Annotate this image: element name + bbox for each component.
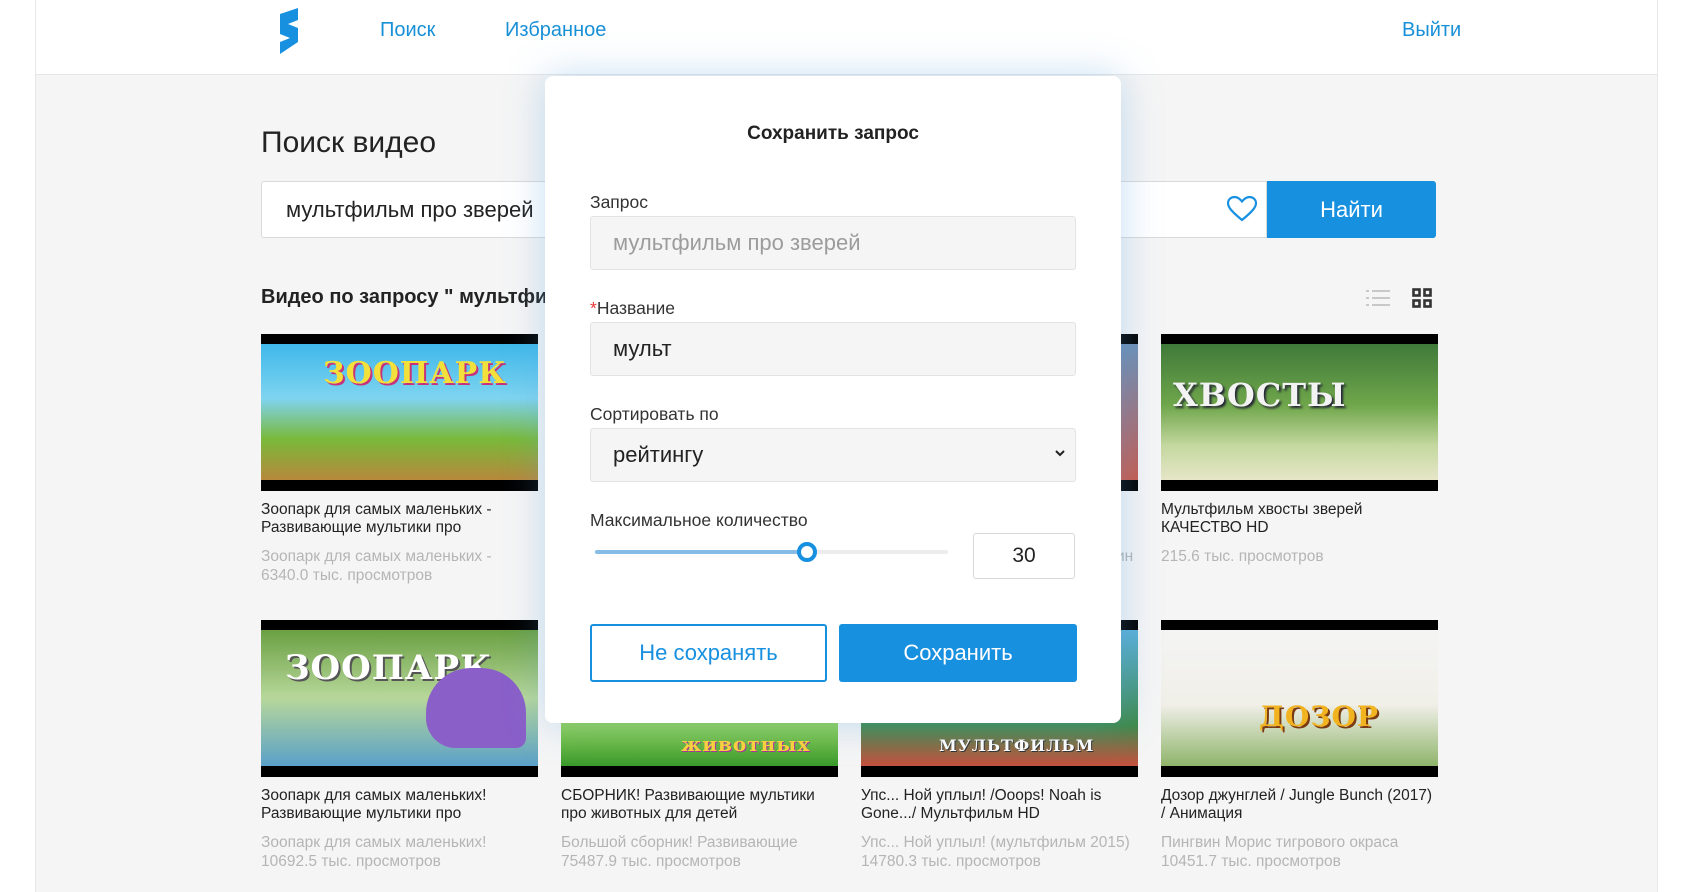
app-logo-icon[interactable] — [274, 8, 304, 54]
nav-favorites-link[interactable]: Избранное — [505, 19, 606, 42]
thumbnail-caption: ХВОСТЫ — [1173, 376, 1347, 414]
dont-save-button[interactable]: Не сохранять — [590, 624, 827, 682]
sort-select-value: рейтингу — [613, 442, 704, 467]
max-count-slider[interactable] — [595, 550, 948, 554]
thumbnail-caption: животных — [681, 732, 811, 756]
thumbnail-caption: ДОЗОР — [1259, 700, 1379, 733]
name-field[interactable]: мульт — [590, 322, 1076, 376]
name-field-value: мульт — [613, 336, 672, 361]
save-button[interactable]: Сохранить — [839, 624, 1077, 682]
video-views: 6340.0 тыс. просмотров — [261, 567, 433, 584]
video-card[interactable]: ЗООПАРК Зоопарк для самых маленьких - Ра… — [261, 334, 538, 585]
list-view-icon[interactable] — [1366, 288, 1390, 308]
save-query-modal: Сохранить запрос Запрос мультфильм про з… — [545, 76, 1121, 723]
logout-link[interactable]: Выйти — [1402, 19, 1461, 42]
required-mark: * — [590, 298, 597, 318]
modal-title: Сохранить запрос — [747, 123, 919, 144]
video-title[interactable]: Упс... Ной уплыл! /Ooops! Noah is Gone..… — [861, 787, 1138, 823]
video-views: 14780.3 тыс. просмотров — [861, 853, 1041, 870]
thumbnail-caption: МУЛЬТФИЛЬМ — [939, 736, 1095, 755]
grid-view-icon[interactable] — [1412, 288, 1432, 308]
slider-fill — [595, 550, 807, 554]
video-description: Зоопарк для самых маленьких - — [261, 548, 492, 565]
video-thumbnail[interactable]: ЗООПАРК — [261, 620, 538, 777]
max-count-input[interactable]: 30 — [973, 533, 1075, 579]
thumbnail-caption: ЗООПАРК — [323, 356, 507, 391]
slider-handle[interactable] — [796, 542, 817, 562]
video-card[interactable]: ЗООПАРК Зоопарк для самых маленьких! Раз… — [261, 620, 538, 871]
video-description: Большой сборник! Развивающие — [561, 834, 798, 851]
video-title[interactable]: СБОРНИК! Развивающие мультики про животн… — [561, 787, 838, 823]
video-card[interactable]: ДОЗОР Дозор джунглей / Jungle Bunch (201… — [1161, 620, 1438, 871]
search-input-value: мультфильм про зверей — [286, 197, 534, 222]
video-views: 75487.9 тыс. просмотров — [561, 853, 741, 870]
video-views: 10451.7 тыс. просмотров — [1161, 853, 1341, 870]
find-button[interactable]: Найти — [1267, 181, 1436, 238]
query-field-value: мультфильм про зверей — [613, 230, 861, 255]
sort-select[interactable]: рейтингу — [590, 428, 1076, 482]
video-title[interactable]: Зоопарк для самых маленьких! Развивающие… — [261, 787, 538, 823]
video-title[interactable]: Зоопарк для самых маленьких - Развивающи… — [261, 501, 538, 537]
chevron-down-icon — [1055, 450, 1065, 457]
video-description: Пингвин Морис тигрового окраса — [1161, 834, 1399, 851]
page-title: Поиск видео — [261, 126, 437, 159]
name-label: *Название — [590, 298, 675, 319]
name-label-text: Название — [596, 298, 676, 318]
video-description: Упс... Ной уплыл! (мультфильм 2015) — [861, 834, 1130, 851]
max-count-label: Максимальное количество — [590, 510, 808, 530]
video-title[interactable]: Мультфильм хвосты зверей КАЧЕСТВО HD — [1161, 501, 1438, 537]
query-field: мультфильм про зверей — [590, 216, 1076, 270]
thumbnail-elephant — [426, 668, 526, 748]
video-thumbnail[interactable]: ЗООПАРК — [261, 334, 538, 491]
video-card[interactable]: ХВОСТЫ Мультфильм хвосты зверей КАЧЕСТВО… — [1161, 334, 1438, 566]
video-views: 10692.5 тыс. просмотров — [261, 853, 441, 870]
video-thumbnail[interactable]: ДОЗОР — [1161, 620, 1438, 777]
video-thumbnail[interactable]: ХВОСТЫ — [1161, 334, 1438, 491]
favorite-heart-icon[interactable] — [1227, 196, 1257, 222]
video-title[interactable]: Дозор джунглей / Jungle Bunch (2017) / А… — [1161, 787, 1438, 823]
video-views: 215.6 тыс. просмотров — [1161, 548, 1324, 565]
nav-search-link[interactable]: Поиск — [380, 19, 435, 42]
query-label: Запрос — [590, 192, 648, 212]
sort-label: Сортировать по — [590, 404, 719, 424]
video-description: Зоопарк для самых маленьких! — [261, 834, 487, 851]
